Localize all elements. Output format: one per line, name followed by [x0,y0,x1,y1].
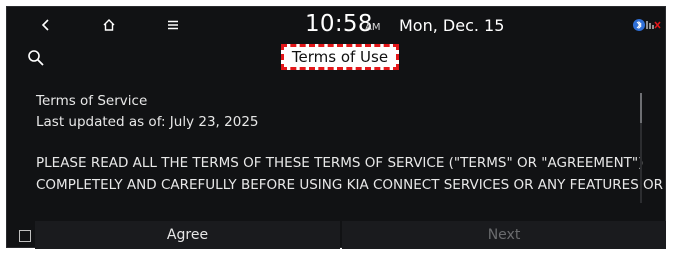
page-title: Terms of Use [291,48,389,66]
agree-checkbox[interactable] [19,230,31,242]
home-button[interactable] [97,13,121,37]
infotainment-screen: 10:58 AM Mon, Dec. 15 Terms of Use Terms… [6,6,666,249]
search-button[interactable] [23,45,49,71]
scrollbar-thumb[interactable] [640,93,642,123]
back-button[interactable] [34,13,58,37]
bluetooth-icon [633,19,661,31]
terms-document[interactable]: Terms of Service Last updated as of: Jul… [7,73,665,217]
last-updated-text: Last updated as of: July 23, 2025 [36,114,259,130]
date-display: Mon, Dec. 15 [399,16,505,35]
content-fade [7,195,665,217]
page-title-box: Terms of Use [281,44,399,70]
search-icon [28,50,44,66]
hamburger-menu-icon [168,20,178,30]
clock-time: 10:58 [305,11,373,37]
document-paragraph-line: PLEASE READ ALL THE TERMS OF THESE TERMS… [36,155,644,171]
menu-button[interactable] [161,13,185,37]
agree-button[interactable]: Agree [35,221,340,249]
footer-bar: Agree Next [7,221,666,249]
scrollbar[interactable] [640,93,642,203]
chevron-left-icon [41,19,49,31]
next-button[interactable]: Next [342,221,666,249]
document-heading: Terms of Service [36,93,148,109]
title-bar: Terms of Use [7,43,665,73]
home-icon [103,19,115,31]
status-bar: 10:58 AM Mon, Dec. 15 [7,7,665,43]
clock-ampm: AM [365,22,381,33]
agree-label: Agree [166,227,209,243]
document-paragraph-line: COMPLETELY AND CAREFULLY BEFORE USING KI… [36,177,664,193]
next-label: Next [487,227,521,243]
